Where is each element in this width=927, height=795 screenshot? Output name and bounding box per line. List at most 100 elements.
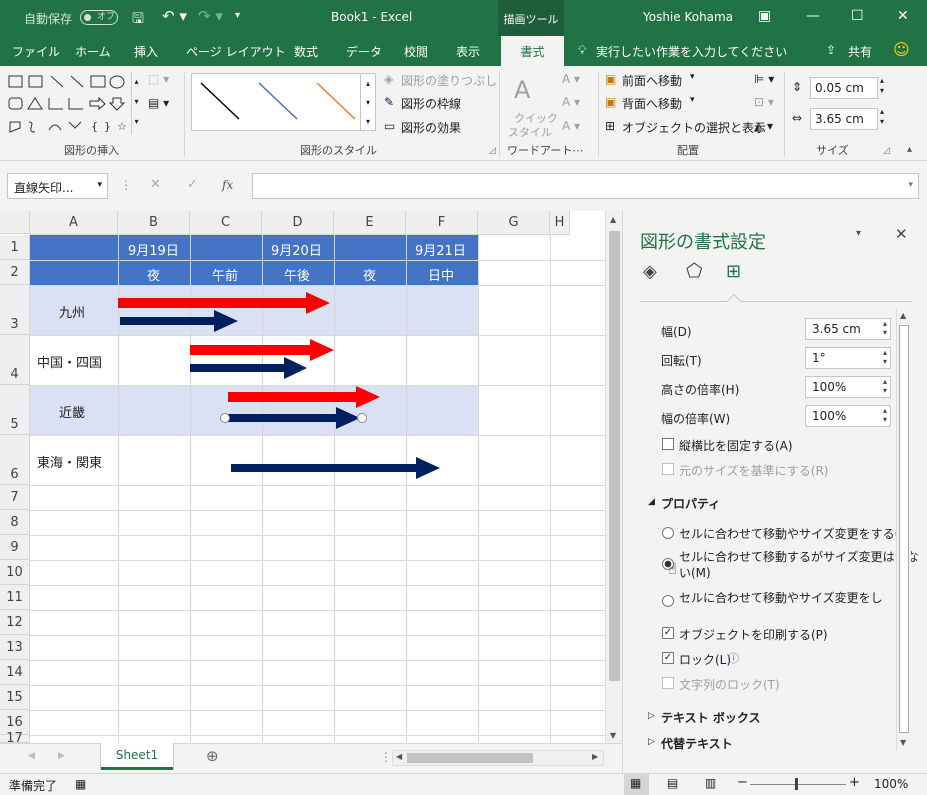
minimize-icon[interactable]: — [806,8,820,24]
zoom-slider-thumb[interactable] [795,778,798,790]
zoom-in-icon[interactable]: + [849,775,860,790]
page-layout-view-icon[interactable]: ▤ [667,776,678,790]
pane-height-scale-input[interactable]: 100% [805,376,891,398]
width-spinner[interactable]: ▴ ▾ [880,107,884,127]
collapse-ribbon-icon[interactable]: ▴ [907,144,912,155]
dialog-launcher-icon[interactable]: ◿ [489,146,496,156]
vertical-scrollbar[interactable]: ▲ ▼ [605,211,622,743]
pane-scroll-down-icon[interactable]: ▼ [900,738,906,747]
pane-options-icon[interactable]: ▾ [856,228,861,239]
scroll-up-icon[interactable]: ▲ [610,215,616,224]
shape-outline-button[interactable]: 図形の枠線 [401,95,461,112]
normal-view-icon[interactable]: ▦ [630,776,641,790]
shape-effects-button[interactable]: 図形の効果 [401,119,461,136]
fill-line-icon[interactable]: ◈ [643,261,657,282]
redo-icon[interactable]: ↷ ▾ [198,7,223,25]
arrow-red-kinki[interactable] [228,386,380,408]
tab-insert[interactable]: 挿入 [134,43,158,60]
expand-alt-text-icon[interactable]: ▷ [648,737,655,747]
shape-height-input[interactable]: 0.05 cm [810,77,878,99]
style-gallery-scroll[interactable]: ▴ ▾ ▾ [360,73,376,131]
pane-scroll-up-icon[interactable]: ▲ [900,311,906,320]
name-box-dropdown-icon[interactable]: ▾ [97,180,102,190]
zoom-level[interactable]: 100% [874,777,908,791]
worksheet-grid[interactable]: ABCDEFGH 1 2 3 4 5 6 7 8 9 10 11 12 13 14 15 16 17 9月19日… [0,211,622,745]
arrow-red-chugoku[interactable] [190,339,334,361]
macro-record-icon[interactable]: ▦ [75,777,86,791]
pane-rotation-input[interactable]: 1° [805,347,891,369]
arrow-navy-kyushu[interactable] [120,310,238,332]
scroll-down-icon[interactable]: ▼ [610,731,616,740]
arrow-navy-kinki-selected[interactable] [225,407,360,429]
pane-width-input[interactable]: 3.65 cm [805,318,891,340]
size-dialog-launcher-icon[interactable]: ◿ [883,146,890,156]
share-icon[interactable]: ⇪ [826,43,836,57]
bring-forward-button[interactable]: 前面へ移動 [622,72,682,89]
print-object-checkbox[interactable]: ✓ [662,627,674,639]
effects-pentagon-icon[interactable]: ⬠ [686,260,703,282]
collapse-properties-icon[interactable]: ◢ [648,497,655,507]
shapes-gallery-scroll[interactable]: ▴ ▾ ▾ [131,72,141,134]
horizontal-scrollbar[interactable]: ◀ ▶ [392,750,604,766]
save-icon[interactable]: 🖫 [132,8,144,32]
tab-format[interactable]: 書式 [501,36,564,66]
next-sheet-icon[interactable]: ▶ [58,751,65,761]
shape-width-input[interactable]: 3.65 cm [810,108,878,130]
smiley-icon[interactable]: ☺ [893,40,910,59]
autosave-toggle[interactable]: オフ [80,10,118,25]
expand-textbox-icon[interactable]: ▷ [648,711,655,721]
pane-scrollbar[interactable]: ▲ ▼ [896,309,911,750]
share-button[interactable]: 共有 [848,43,872,60]
rotate-icon[interactable]: ◭ ▾ [754,119,773,133]
formula-input[interactable]: ▾ [252,173,919,199]
expand-formula-icon[interactable]: ▾ [908,180,913,190]
arrow-navy-chugoku[interactable] [190,357,307,379]
pane-close-icon[interactable]: ✕ [895,225,908,243]
ribbon-display-icon[interactable]: ▣ [758,8,771,24]
radio-move-and-size[interactable] [662,527,674,539]
selection-pane-button[interactable]: オブジェクトの選択と表示 [622,119,766,136]
vertical-scroll-thumb[interactable] [609,231,620,681]
scroll-right-icon[interactable]: ▶ [592,752,598,761]
close-icon[interactable]: ✕ [897,8,909,24]
textbox-section[interactable]: テキスト ボックス [661,709,760,726]
tab-home[interactable]: ホーム [75,43,111,60]
sheet-tab-sheet1[interactable]: Sheet1 [101,743,173,770]
undo-icon[interactable]: ↶ ▾ [162,7,187,25]
size-properties-icon[interactable]: ⊞ [726,261,741,282]
align-icon[interactable]: ⊫ ▾ [754,72,774,86]
arrow-navy-tokai[interactable] [231,457,440,479]
shape-style-gallery[interactable] [191,73,376,131]
properties-heading[interactable]: プロパティ [661,495,720,512]
prev-sheet-icon[interactable]: ◀ [28,751,35,761]
zoom-slider[interactable] [750,784,846,785]
zoom-out-icon[interactable]: − [737,775,748,790]
tab-file[interactable]: ファイル [12,43,60,60]
send-backward-button[interactable]: 背面へ移動 [622,95,682,112]
tab-split-icon[interactable]: ⋮ [380,750,392,764]
horizontal-scroll-thumb[interactable] [407,753,533,763]
selection-handle-start[interactable] [220,413,230,423]
tab-formulas[interactable]: 数式 [294,43,318,60]
scroll-left-icon[interactable]: ◀ [396,752,402,761]
page-break-view-icon[interactable]: ▥ [705,776,716,790]
new-sheet-icon[interactable]: ⊕ [206,747,219,765]
alt-text-section[interactable]: 代替テキスト [661,735,733,752]
qat-customize-icon[interactable]: ▾ [235,10,240,21]
user-name[interactable]: Yoshie Kohama [643,10,733,24]
name-box[interactable]: 直線矢印... ▾ [7,173,108,199]
insert-function-icon[interactable]: fx [222,178,233,192]
height-spinner[interactable]: ▴ ▾ [880,76,884,96]
lock-aspect-checkbox[interactable] [662,438,674,450]
arrow-red-kyushu[interactable] [118,292,330,314]
pane-scroll-thumb[interactable] [899,325,909,733]
tab-data[interactable]: データ [346,43,382,60]
shapes-gallery[interactable]: {} ☆ [7,72,137,136]
tab-view[interactable]: 表示 [456,43,480,60]
radio-dont-move[interactable] [662,595,674,607]
textbox-icon[interactable]: ▤ ▾ [148,96,169,110]
pane-width-scale-input[interactable]: 100% [805,405,891,427]
tab-page-layout[interactable]: ページ レイアウト [186,43,286,60]
tell-me-input[interactable]: 実行したい作業を入力してください [596,43,787,60]
locked-checkbox[interactable]: ✓ [662,652,674,664]
